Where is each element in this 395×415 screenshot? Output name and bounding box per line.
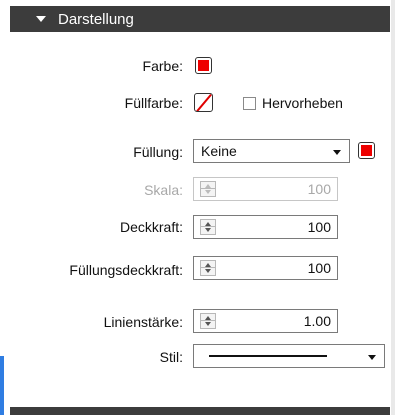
fuellungsdeckkraft-spin-buttons[interactable] <box>200 260 216 276</box>
fuellfarbe-label: Füllfarbe: <box>124 95 183 111</box>
stroke-color-swatch[interactable] <box>195 57 212 74</box>
stil-select[interactable] <box>193 344 385 368</box>
spin-down-icon[interactable] <box>205 322 211 326</box>
chevron-down-icon <box>368 355 376 360</box>
fuellungsdeckkraft-spinbox[interactable]: 100 <box>193 256 338 280</box>
next-section-header[interactable] <box>10 407 390 415</box>
chevron-down-icon <box>36 16 46 22</box>
fill-color-none-swatch[interactable] <box>194 93 213 112</box>
chevron-down-icon <box>333 150 341 155</box>
fuellung-select[interactable]: Keine <box>193 139 350 163</box>
section-title: Darstellung <box>58 10 134 28</box>
skala-value: 100 <box>307 181 331 197</box>
fill-pattern-color-fill <box>361 145 372 156</box>
deckkraft-spin-buttons[interactable] <box>200 219 216 235</box>
skala-spinbox: 100 <box>193 177 338 201</box>
section-header-darstellung[interactable]: Darstellung <box>10 6 390 32</box>
solid-line-style-sample <box>209 355 327 357</box>
selection-accent-bar <box>0 356 4 415</box>
spin-down-icon[interactable] <box>205 228 211 232</box>
spin-down-icon <box>205 190 211 194</box>
linienstaerke-spinbox[interactable]: 1.00 <box>193 309 338 333</box>
stil-label: Stil: <box>159 349 183 365</box>
hervorheben-checkbox[interactable] <box>243 97 256 110</box>
spin-down-icon[interactable] <box>205 269 211 273</box>
fill-pattern-color-swatch[interactable] <box>358 142 375 159</box>
linienstaerke-value[interactable]: 1.00 <box>304 313 331 329</box>
fuellungsdeckkraft-value[interactable]: 100 <box>308 260 331 276</box>
panel-scroll-edge <box>391 0 395 415</box>
deckkraft-label: Deckkraft: <box>119 219 183 235</box>
fuellung-label: Füllung: <box>133 144 183 160</box>
skala-label: Skala: <box>144 182 183 198</box>
stroke-color-fill <box>198 60 209 71</box>
linienstaerke-spin-buttons[interactable] <box>200 313 216 329</box>
skala-spin-buttons <box>200 181 216 197</box>
deckkraft-value[interactable]: 100 <box>308 219 331 235</box>
fuellungsdeckkraft-label: Füllungsdeckkraft: <box>69 262 183 278</box>
fuellung-select-value: Keine <box>201 143 237 159</box>
deckkraft-spinbox[interactable]: 100 <box>193 215 338 239</box>
hervorheben-label[interactable]: Hervorheben <box>262 95 343 111</box>
farbe-label: Farbe: <box>142 58 183 74</box>
linienstaerke-label: Linienstärke: <box>103 314 183 330</box>
